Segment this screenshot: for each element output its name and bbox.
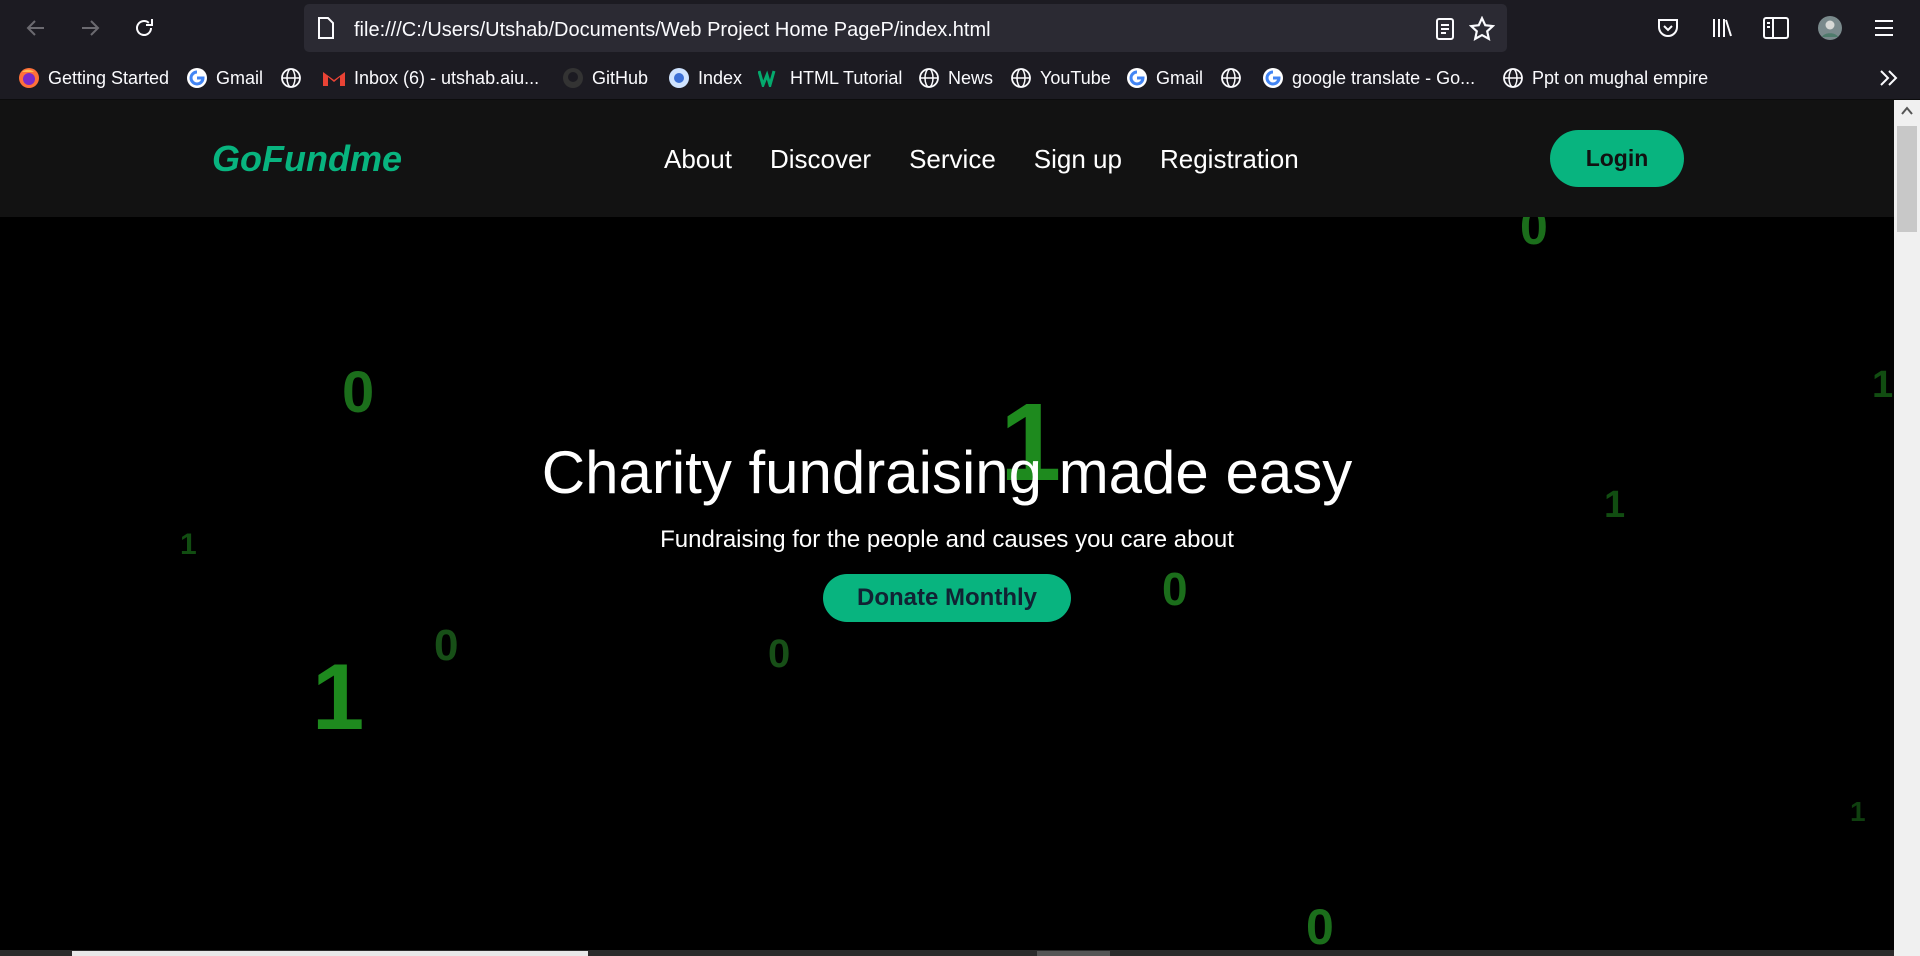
reload-button[interactable] [128, 12, 160, 44]
bookmark-label: GitHub [592, 67, 649, 88]
bookmarks-toolbar: Getting Started Gmail Inbox (6) - utshab… [0, 56, 1920, 100]
bookmark-item[interactable]: Inbox (6) - utshab.aiu... [322, 66, 539, 90]
firefox-icon [19, 68, 39, 88]
bookmark-star-icon[interactable] [1469, 16, 1495, 42]
bookmark-item[interactable]: google translate - Go... [1262, 66, 1475, 90]
background-digit: 0 [768, 632, 791, 676]
bookmark-item[interactable] [280, 66, 310, 90]
google-icon [1127, 68, 1147, 88]
account-button[interactable] [1814, 12, 1846, 44]
google-icon [1263, 68, 1283, 88]
background-digit: 1 [312, 644, 365, 749]
library-button[interactable] [1706, 12, 1738, 44]
bookmark-label: Getting Started [48, 67, 170, 88]
google-icon [187, 68, 207, 88]
w3schools-icon [758, 70, 776, 87]
pocket-icon [1658, 19, 1678, 37]
background-digit: 0 [1306, 899, 1334, 955]
bookmark-label: Inbox (6) - utshab.aiu... [354, 67, 540, 88]
background-digit: 1 [1850, 796, 1866, 827]
horizontal-scrollbar[interactable] [0, 950, 1894, 956]
bookmark-item[interactable]: Ppt on mughal empire [1502, 66, 1708, 90]
bookmark-item[interactable]: Getting Started [18, 66, 169, 90]
forward-arrow-icon [82, 20, 100, 36]
bookmark-item[interactable]: YouTube [1010, 66, 1111, 90]
bookmark-label: HTML Tutorial [790, 67, 903, 88]
hero-title: Charity fundraising made easy [541, 439, 1353, 506]
horizontal-scroll-segment [1037, 951, 1110, 956]
bookmark-label: YouTube [1040, 67, 1111, 88]
hamburger-menu-icon [1875, 20, 1893, 36]
bookmark-item[interactable]: Gmail [186, 66, 263, 90]
nav-link-sign-up[interactable]: Sign up [1034, 144, 1122, 175]
reload-icon [136, 19, 153, 36]
back-arrow-icon [26, 20, 44, 36]
bookmark-label: News [948, 67, 994, 88]
scroll-up-arrow-icon[interactable] [1901, 106, 1913, 116]
vertical-scroll-thumb[interactable] [1897, 126, 1917, 232]
donate-monthly-button[interactable]: Donate Monthly [823, 574, 1071, 622]
url-bar[interactable]: file:///C:/Users/Utshab/Documents/Web Pr… [304, 4, 1507, 52]
gmail-icon [323, 72, 345, 86]
url-text[interactable]: file:///C:/Users/Utshab/Documents/Web Pr… [354, 19, 991, 42]
avatar [1818, 16, 1842, 40]
login-button[interactable]: Login [1550, 130, 1684, 187]
globe-icon [1221, 68, 1241, 88]
globe-icon [919, 68, 939, 88]
site-header: GoFundme About Discover Service Sign up … [0, 100, 1894, 217]
bookmark-item[interactable]: Index [668, 66, 742, 90]
hero-subtitle: Fundraising for the people and causes yo… [660, 526, 1234, 553]
web-page: 0 0 1 1 1 0 0 1 0 1 1 0 GoFundme About D… [0, 100, 1894, 956]
bookmark-label: Gmail [216, 67, 264, 88]
bookmark-label: Index [698, 67, 743, 88]
forward-button[interactable] [74, 12, 106, 44]
sidebar-button[interactable] [1760, 12, 1792, 44]
main-nav: About Discover Service Sign up Registrat… [664, 144, 1299, 175]
reader-view-icon[interactable] [1435, 18, 1455, 40]
site-logo[interactable]: GoFundme [212, 138, 402, 180]
background-digit: 0 [342, 360, 375, 425]
library-icon [1713, 19, 1732, 37]
bookmark-item[interactable] [1220, 66, 1250, 90]
page-icon [318, 17, 334, 39]
menu-button[interactable] [1868, 12, 1900, 44]
bookmark-item[interactable]: HTML Tutorial [758, 66, 902, 90]
vertical-scrollbar[interactable] [1894, 100, 1920, 956]
pocket-button[interactable] [1652, 12, 1684, 44]
bookmark-label: Gmail [1156, 67, 1204, 88]
globe-icon [1503, 68, 1523, 88]
browser-toolbar: file:///C:/Users/Utshab/Documents/Web Pr… [0, 0, 1920, 56]
bookmark-item[interactable]: Gmail [1126, 66, 1203, 90]
bookmark-item[interactable]: News [918, 66, 993, 90]
github-icon [563, 68, 583, 88]
horizontal-scroll-thumb[interactable] [72, 951, 588, 956]
bookmark-item[interactable]: GitHub [562, 66, 648, 90]
bookmark-label: google translate - Go... [1292, 67, 1476, 88]
bookmark-label: Ppt on mughal empire [1532, 67, 1709, 88]
index-icon [669, 68, 689, 88]
background-digit: 0 [1162, 563, 1188, 615]
globe-icon [281, 68, 301, 88]
nav-link-registration[interactable]: Registration [1160, 144, 1299, 175]
nav-link-service[interactable]: Service [909, 144, 996, 175]
globe-icon [1011, 68, 1031, 88]
nav-link-discover[interactable]: Discover [770, 144, 871, 175]
chevron-double-right-icon[interactable] [1878, 68, 1900, 88]
sidebar-icon [1763, 17, 1789, 39]
nav-link-about[interactable]: About [664, 144, 732, 175]
background-digit: 1 [1872, 364, 1894, 406]
back-button[interactable] [20, 12, 52, 44]
background-digit: 0 [434, 621, 459, 670]
